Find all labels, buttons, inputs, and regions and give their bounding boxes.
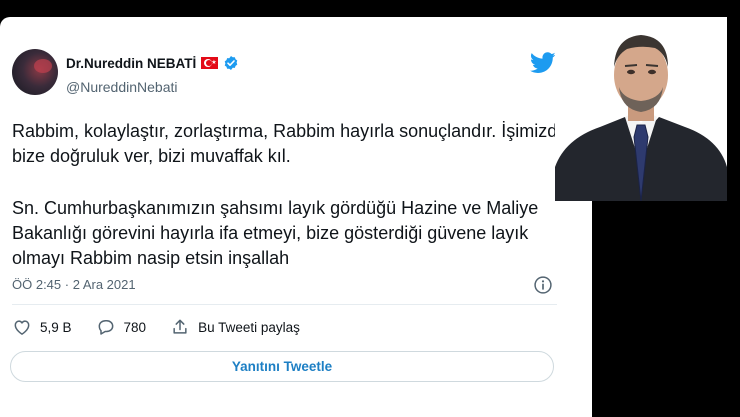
info-icon[interactable]	[533, 275, 553, 295]
tweet-timestamp[interactable]: ÖÖ 2:45 · 2 Ara 2021	[12, 277, 136, 292]
author-row: Dr.Nureddin NEBATİ ★	[66, 55, 239, 71]
verified-badge-icon	[224, 56, 238, 70]
tweet-actions: 5,9 B 780 Bu Tweeti paylaş	[12, 317, 324, 337]
share-action[interactable]: Bu Tweeti paylaş	[170, 317, 300, 337]
twitter-bird-icon[interactable]	[530, 52, 556, 74]
reply-count: 780	[123, 319, 147, 335]
reply-action[interactable]: 780	[96, 317, 147, 337]
tweet-text-paragraph-2: Sn. Cumhurbaşkanımızın şahsımı layık gör…	[12, 198, 539, 268]
portrait-illustration	[555, 17, 727, 201]
like-action[interactable]: 5,9 B	[12, 317, 72, 337]
share-label: Bu Tweeti paylaş	[198, 319, 300, 335]
author-name[interactable]: Dr.Nureddin NEBATİ	[66, 56, 196, 71]
turkey-flag-icon: ★	[201, 57, 219, 69]
tweet-text-paragraph-1: Rabbim, kolaylaştır, zorlaştırma, Rabbim…	[12, 121, 568, 166]
author-handle[interactable]: @NureddinNebati	[66, 79, 178, 95]
share-icon	[173, 319, 187, 334]
portrait-photo	[555, 17, 727, 201]
avatar[interactable]	[12, 49, 58, 95]
tweet-your-reply-button[interactable]: Yanıtını Tweetle	[10, 351, 554, 382]
heart-icon	[14, 320, 30, 335]
like-count: 5,9 B	[40, 319, 72, 335]
comment-icon	[98, 320, 113, 335]
divider	[12, 304, 557, 305]
